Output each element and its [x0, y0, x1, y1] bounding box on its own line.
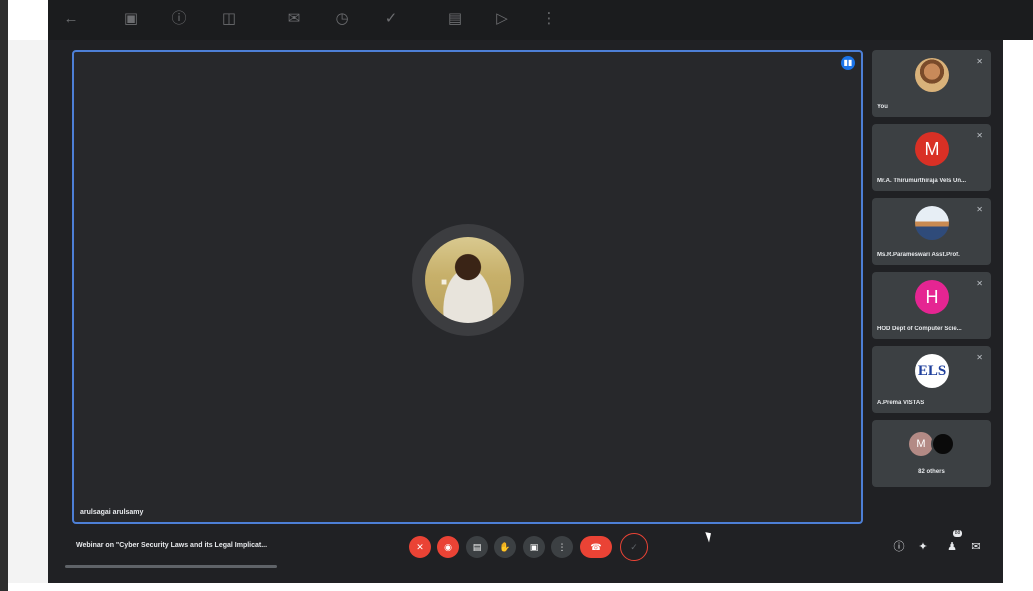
main-stage[interactable]: ▮▮ ■ arulsagai arulsamy: [72, 50, 863, 524]
present-button[interactable]: ▣: [523, 536, 545, 558]
others-tile[interactable]: M 82 others: [872, 420, 991, 487]
more-options-button[interactable]: ⋮: [551, 536, 573, 558]
participant-tile-you[interactable]: ✕ You: [872, 50, 991, 117]
participant-name: HOD Dept of Computer Scie...: [877, 326, 962, 332]
avatar: M: [915, 132, 949, 166]
participant-name: A.Prema VISTAS: [877, 400, 925, 406]
meeting-info-icon[interactable]: ⓘ: [891, 539, 907, 555]
page-margin-right: [1003, 40, 1033, 583]
snooze-icon[interactable]: ◷: [333, 10, 351, 28]
participant-tile[interactable]: ✕ M Mr.A. Thirumurthiraja Vels Un...: [872, 124, 991, 191]
raise-hand-button[interactable]: ✋: [494, 536, 516, 558]
speaker-name: arulsagai arulsamy: [80, 509, 144, 516]
page-margin-bottom: [8, 583, 1033, 591]
mic-toggle-button[interactable]: ✕: [409, 536, 431, 558]
horizontal-scrollbar[interactable]: [65, 565, 277, 568]
label-icon[interactable]: ▷: [493, 10, 511, 28]
participant-name: You: [877, 104, 888, 110]
report-icon[interactable]: ⓘ: [170, 10, 188, 28]
avatar: [931, 432, 955, 456]
avatar: [915, 206, 949, 240]
mic-off-icon: ✕: [976, 353, 983, 362]
avatar: H: [915, 280, 949, 314]
logo-avatar: ELS: [915, 354, 949, 388]
speaker-avatar-ring: ■: [412, 224, 524, 336]
avatar: [915, 58, 949, 92]
back-arrow-icon[interactable]: ←: [62, 10, 80, 28]
participant-tile[interactable]: ✕ ELS A.Prema VISTAS: [872, 346, 991, 413]
pin-icon[interactable]: ■: [441, 277, 455, 291]
others-count: 82 others: [918, 469, 945, 475]
mic-off-icon: ✕: [976, 57, 983, 66]
avatar: M: [909, 432, 933, 456]
speaker-avatar: ■: [425, 237, 511, 323]
more-vert-icon[interactable]: ⋮: [540, 10, 558, 28]
mic-off-icon: ✕: [976, 131, 983, 140]
leave-call-button[interactable]: ☎: [580, 536, 612, 558]
speaking-icon: ▮▮: [841, 56, 855, 70]
participant-tile[interactable]: ✕ Ms.R.Parameswari Asst.Prof.: [872, 198, 991, 265]
people-icon[interactable]: ♟: [944, 539, 960, 555]
add-task-icon[interactable]: ✓: [382, 10, 400, 28]
mail-toolbar: ← ▣ ⓘ ◫ ✉ ◷ ✓ ▤ ▷ ⋮: [48, 0, 1033, 40]
meeting-title: Webinar on "Cyber Security Laws and its …: [76, 542, 268, 549]
left-edge: [0, 0, 8, 591]
chat-icon[interactable]: ✉: [968, 539, 984, 555]
extension-button[interactable]: ✓: [620, 533, 648, 561]
page-margin: [8, 40, 48, 583]
mic-off-icon: ✕: [976, 205, 983, 214]
move-to-icon[interactable]: ▤: [446, 10, 464, 28]
delete-icon[interactable]: ◫: [220, 10, 238, 28]
participant-name: Ms.R.Parameswari Asst.Prof.: [877, 252, 960, 258]
mic-off-icon: ✕: [976, 279, 983, 288]
participant-name: Mr.A. Thirumurthiraja Vels Un...: [877, 178, 967, 184]
mail-icon[interactable]: ✉: [285, 10, 303, 28]
camera-toggle-button[interactable]: ◉: [437, 536, 459, 558]
archive-icon[interactable]: ▣: [122, 10, 140, 28]
activities-icon[interactable]: ✦: [915, 539, 931, 555]
captions-button[interactable]: ▤: [466, 536, 488, 558]
participant-tile[interactable]: ✕ H HOD Dept of Computer Scie...: [872, 272, 991, 339]
participants-badge: 88: [953, 530, 962, 537]
